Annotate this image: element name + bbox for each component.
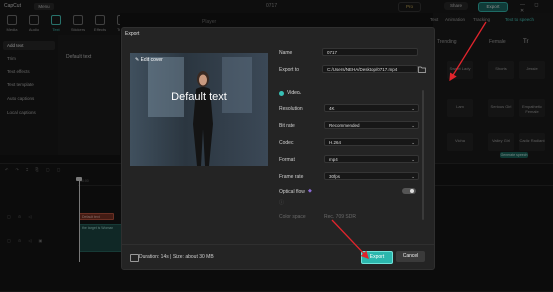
chevron-down-icon: ⌄ — [411, 106, 415, 111]
codec-label: Codec — [279, 140, 294, 146]
resolution-value: 4K — [329, 106, 335, 111]
framerate-select[interactable]: 30fps ⌄ — [324, 172, 419, 180]
folder-icon[interactable] — [418, 66, 426, 73]
framerate-label: Frame rate — [279, 174, 304, 180]
toggle-knob — [410, 189, 414, 193]
format-value: mp4 — [329, 157, 338, 162]
codec-value: H.264 — [329, 140, 342, 145]
edit-cover-label: Edit cover — [140, 57, 163, 63]
name-label: Name — [279, 50, 293, 56]
export-path-input[interactable]: C:/Users/NEHA/Desktop/0717.mp4 — [322, 65, 418, 73]
dialog-export-button[interactable]: Export — [361, 251, 393, 264]
info-icon: ⓘ — [279, 200, 285, 206]
bitrate-select[interactable]: Recommended ⌄ — [324, 121, 419, 129]
optical-flow-toggle[interactable] — [402, 188, 416, 194]
film-icon — [130, 254, 139, 262]
export-dialog-title: Export — [125, 31, 140, 37]
settings-scrollbar[interactable] — [422, 90, 424, 220]
bitrate-value: Recommended — [329, 123, 360, 128]
cover-preview[interactable]: ✎ Edit cover Default text — [130, 53, 268, 166]
video-checkbox[interactable] — [279, 91, 284, 96]
format-label: Format — [279, 157, 295, 163]
framerate-value: 30fps — [329, 174, 341, 179]
cover-window-light — [148, 57, 184, 117]
pro-diamond-icon: ◆ — [308, 188, 312, 194]
chevron-down-icon: ⌄ — [411, 174, 415, 179]
optical-flow-label: Optical flow — [279, 189, 305, 195]
codec-select[interactable]: H.264 ⌄ — [324, 138, 419, 146]
color-space-value: Rec. 709 SDR — [324, 214, 356, 220]
cover-default-text: Default text — [171, 91, 227, 103]
cover-window-light-right — [222, 57, 252, 113]
chevron-down-icon: ⌄ — [411, 157, 415, 162]
export-dialog: Export ✎ Edit cover Default text Name 07… — [121, 27, 435, 270]
chevron-down-icon[interactable]: ⌄ — [298, 90, 302, 96]
chevron-down-icon: ⌄ — [411, 123, 415, 128]
cover-person-image — [193, 71, 213, 166]
name-input[interactable]: 0717 — [322, 48, 418, 56]
dialog-footer-divider — [122, 244, 434, 245]
dialog-cancel-button[interactable]: Cancel — [396, 251, 425, 262]
export-to-label: Export to — [279, 67, 300, 73]
export-info: Duration: 14s | Size: about 30 MB — [139, 254, 214, 260]
resolution-select[interactable]: 4K ⌄ — [324, 104, 419, 112]
chevron-down-icon: ⌄ — [411, 140, 415, 145]
bitrate-label: Bit rate — [279, 123, 295, 129]
edit-cover-button[interactable]: ✎ Edit cover — [135, 57, 163, 63]
format-select[interactable]: mp4 ⌄ — [324, 155, 419, 163]
color-space-label: Color space — [279, 214, 306, 220]
resolution-label: Resolution — [279, 106, 303, 112]
